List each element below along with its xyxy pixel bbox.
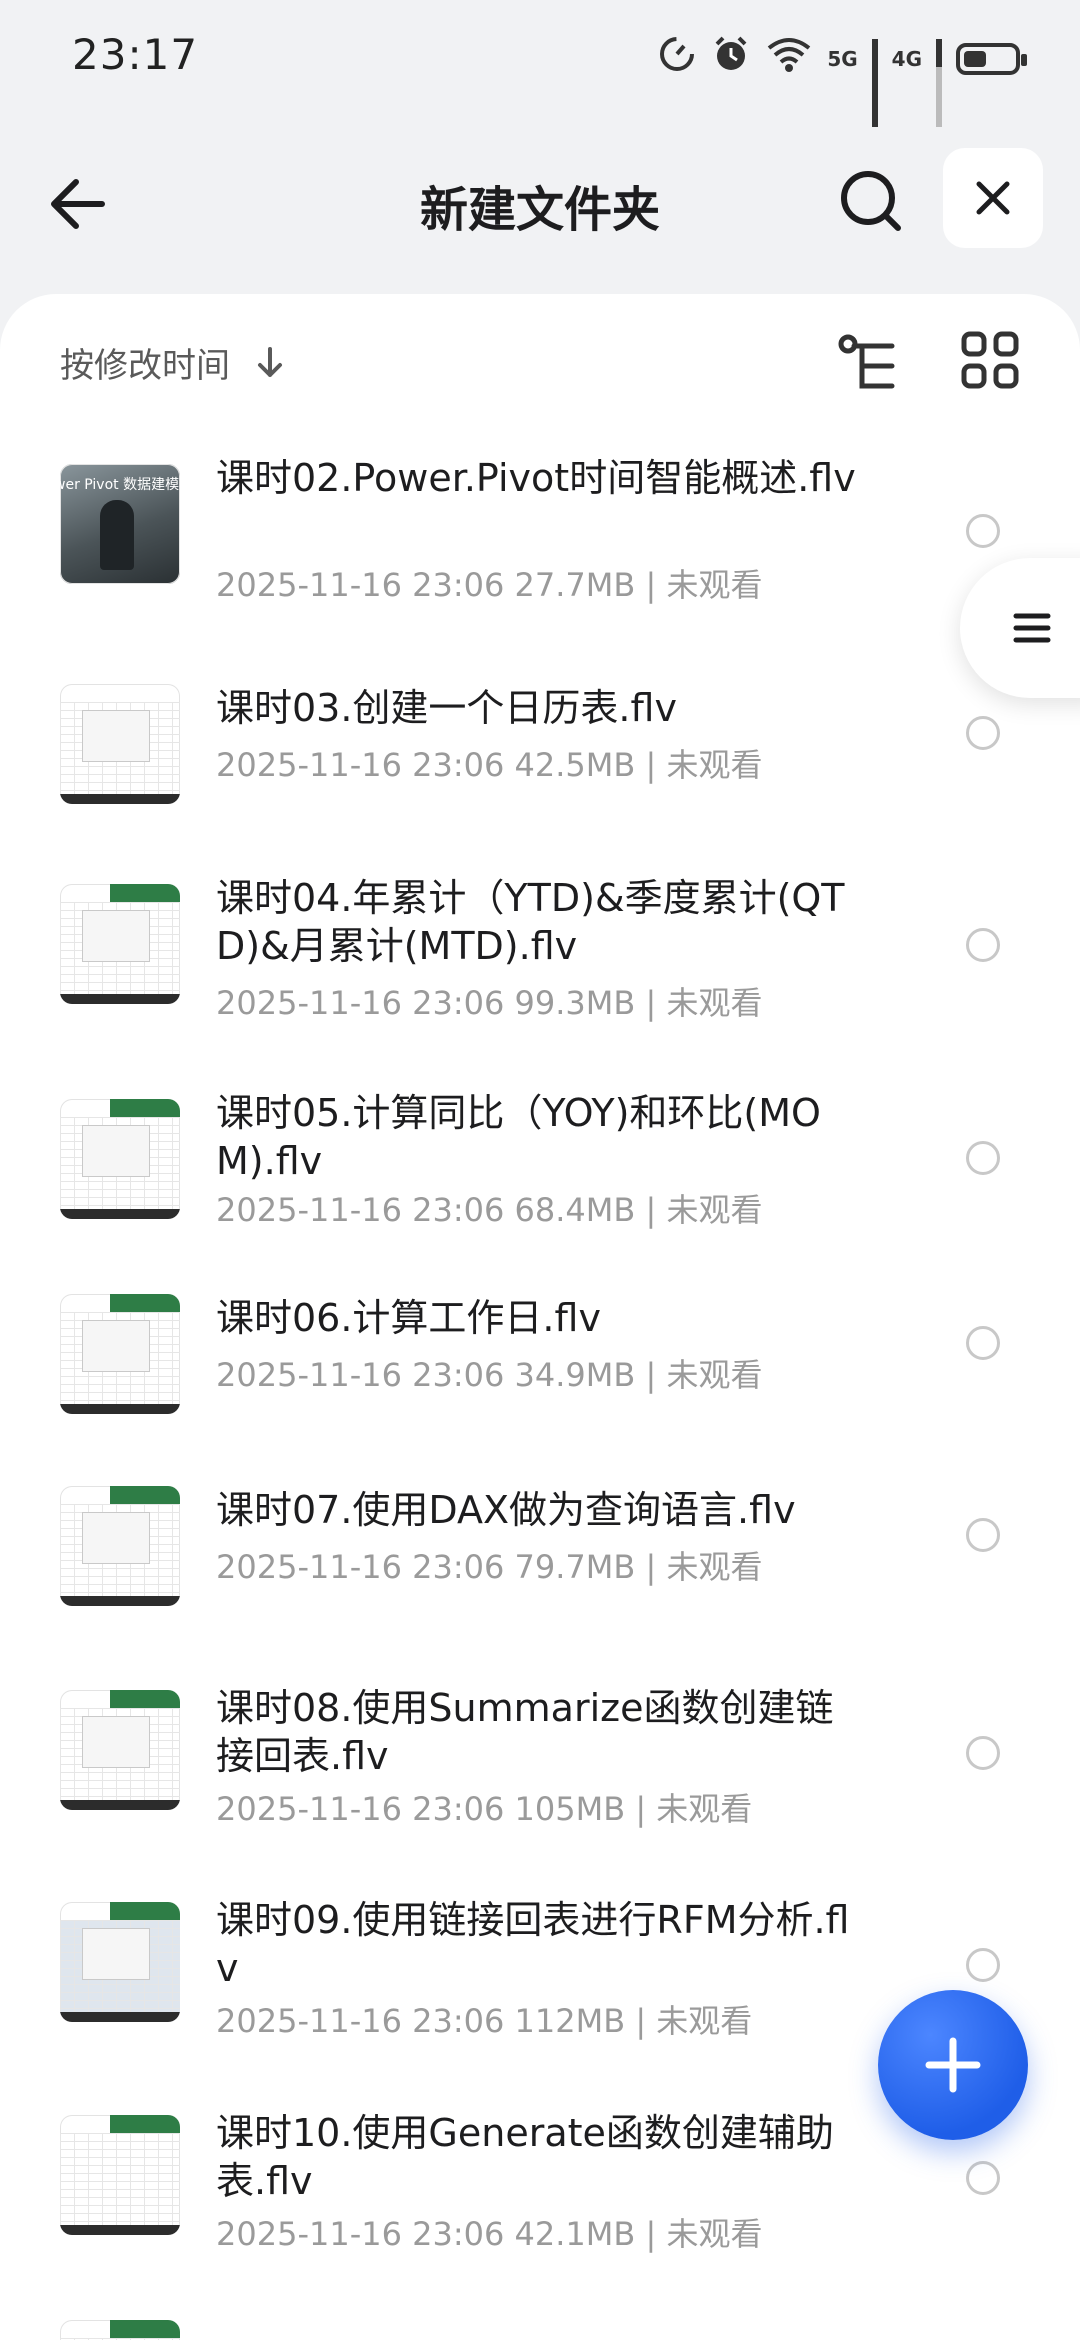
grid-view-icon: [961, 331, 1019, 389]
file-size: 112MB: [514, 2002, 626, 2040]
watch-status: 未观看: [666, 1356, 763, 1394]
search-button[interactable]: [832, 162, 912, 242]
status-icons: 5G 4G: [657, 34, 1027, 127]
add-button[interactable]: [878, 1990, 1028, 2140]
watch-status: 未观看: [656, 1790, 753, 1828]
file-name: 课时04.年累计（YTD)&季度累计(QTD)&月累计(MTD).flv: [216, 876, 845, 968]
file-name: 课时05.计算同比（YOY)和环比(MOM).flv: [216, 1091, 821, 1183]
watch-status: 未观看: [666, 566, 763, 604]
file-name: 课时02.Power.Pivot时间智能概述.flv: [216, 456, 856, 500]
sort-down-arrow-icon: [258, 346, 282, 377]
select-radio[interactable]: [966, 1948, 1000, 1982]
video-thumbnail: [60, 1902, 180, 2022]
watch-status: 未观看: [666, 746, 763, 784]
signal-5g-icon: [871, 38, 878, 127]
file-meta: 2025-11-16 23:06 105MB | 未观看: [216, 1790, 753, 1828]
close-icon: [976, 181, 1010, 215]
file-meta: 2025-11-16 23:06 27.7MB | 未观看: [216, 566, 763, 604]
network-5g-label: 5G: [827, 46, 858, 71]
video-thumbnail: [60, 684, 180, 804]
file-date: 2025-11-16 23:06: [216, 2215, 505, 2253]
video-thumbnail: [60, 1099, 180, 1219]
file-size: 105MB: [514, 1790, 626, 1828]
file-meta: 2025-11-16 23:06 68.4MB | 未观看: [216, 1191, 763, 1229]
sort-label: 按修改时间: [60, 346, 230, 386]
file-date: 2025-11-16 23:06: [216, 1548, 505, 1586]
file-date: 2025-11-16 23:06: [216, 2002, 505, 2040]
select-radio[interactable]: [966, 716, 1000, 750]
network-4g-label: 4G: [891, 46, 922, 71]
file-name: 课时03.创建一个日历表.flv: [216, 686, 677, 730]
file-size: 79.7MB: [514, 1548, 636, 1586]
tree-view-icon: [838, 334, 895, 389]
watch-status: 未观看: [666, 1191, 763, 1229]
watch-status: 未观看: [666, 1548, 763, 1586]
video-thumbnail: [60, 884, 180, 1004]
video-thumbnail: [60, 2115, 180, 2235]
file-meta: 2025-11-16 23:06 34.9MB | 未观看: [216, 1356, 763, 1394]
status-bar: 23:17 5G 4G: [0, 0, 1080, 127]
file-date: 2025-11-16 23:06: [216, 1790, 505, 1828]
add-icon: [925, 2037, 981, 2093]
alarm-icon: [711, 34, 751, 83]
file-meta: 2025-11-16 23:06 99.3MB | 未观看: [216, 984, 763, 1022]
select-radio[interactable]: [966, 1326, 1000, 1360]
page-title: 新建文件夹: [419, 182, 660, 238]
select-radio[interactable]: [966, 514, 1000, 548]
battery-icon: [956, 42, 1027, 75]
file-size: 68.4MB: [514, 1191, 636, 1229]
file-meta: 2025-11-16 23:06 42.1MB | 未观看: [216, 2215, 763, 2253]
menu-icon: [1013, 613, 1051, 643]
file-meta: 2025-11-16 23:06 112MB | 未观看: [216, 2002, 753, 2040]
file-date: 2025-11-16 23:06: [216, 1191, 505, 1229]
close-button[interactable]: [943, 148, 1043, 248]
signal-4g-icon: [936, 38, 942, 127]
select-radio[interactable]: [966, 2161, 1000, 2195]
file-size: 99.3MB: [514, 984, 636, 1022]
file-date: 2025-11-16 23:06: [216, 984, 505, 1022]
file-name: 课时10.使用Generate函数创建辅助表.flv: [216, 2111, 834, 2203]
file-meta: 2025-11-16 23:06 79.7MB | 未观看: [216, 1548, 763, 1586]
file-date: 2025-11-16 23:06: [216, 746, 505, 784]
file-size: 34.9MB: [514, 1356, 636, 1394]
thumbnail-caption: wer Pivot 数据建模分析（ —年度…实用的Power Pivot: [60, 477, 180, 493]
video-thumbnail: [60, 1690, 180, 1810]
file-name: 课时09.使用链接回表进行RFM分析.flv: [216, 1898, 850, 1990]
grid-view-button[interactable]: [960, 330, 1020, 390]
sort-selector[interactable]: 按修改时间: [60, 338, 290, 387]
file-date: 2025-11-16 23:06: [216, 566, 505, 604]
file-size: 27.7MB: [514, 566, 636, 604]
data-saver-icon: [657, 34, 697, 83]
file-meta: 2025-11-16 23:06 42.5MB | 未观看: [216, 746, 763, 784]
file-size: 42.1MB: [514, 2215, 636, 2253]
wifi-icon: [765, 34, 813, 83]
select-radio[interactable]: [966, 928, 1000, 962]
video-thumbnail: wer Pivot 数据建模分析（ —年度…实用的Power Pivot: [60, 464, 180, 584]
file-name: 课时08.使用Summarize函数创建链接回表.flv: [216, 1686, 834, 1778]
battery-level: [964, 50, 986, 67]
video-thumbnail: [60, 2320, 180, 2340]
watch-status: 未观看: [666, 2215, 763, 2253]
status-time: 23:17: [72, 30, 199, 79]
file-name: 课时06.计算工作日.flv: [216, 1296, 601, 1340]
file-size: 42.5MB: [514, 746, 636, 784]
file-date: 2025-11-16 23:06: [216, 1356, 505, 1394]
select-radio[interactable]: [966, 1518, 1000, 1552]
select-radio[interactable]: [966, 1141, 1000, 1175]
tree-view-button[interactable]: [834, 330, 906, 402]
video-thumbnail: [60, 1486, 180, 1606]
app-bar: 新建文件夹: [0, 140, 1080, 260]
watch-status: 未观看: [656, 2002, 753, 2040]
search-icon: [841, 171, 901, 231]
video-thumbnail: [60, 1294, 180, 1414]
watch-status: 未观看: [666, 984, 763, 1022]
file-name: 课时07.使用DAX做为查询语言.flv: [216, 1488, 796, 1532]
select-radio[interactable]: [966, 1736, 1000, 1770]
